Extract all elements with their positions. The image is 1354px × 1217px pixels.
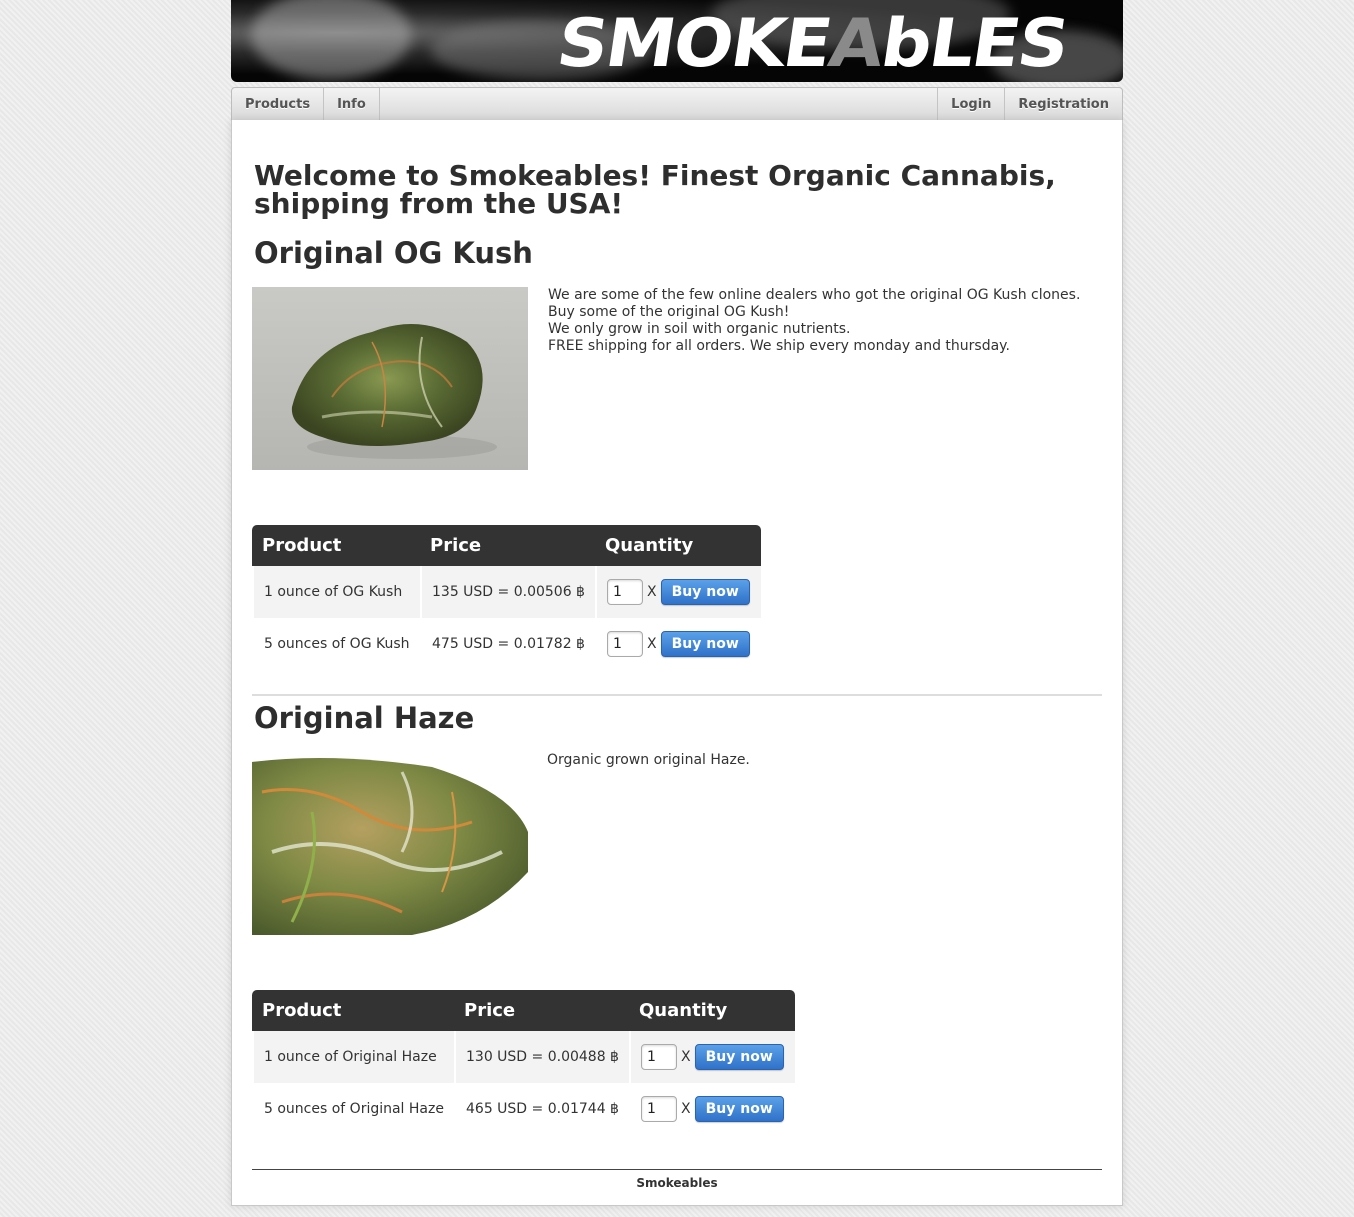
product-cell: 1 ounce of Original Haze	[252, 1031, 454, 1083]
price-cell: 135 USD = 0.00506 ฿	[420, 566, 595, 618]
description-line: Organic grown original Haze.	[547, 752, 750, 768]
nav-login[interactable]: Login	[937, 88, 1004, 120]
quantity-input[interactable]	[607, 631, 643, 657]
product-cell: 5 ounces of OG Kush	[252, 618, 420, 670]
product-cell: 5 ounces of Original Haze	[252, 1083, 454, 1135]
header-banner: SMOKEAbLES	[231, 0, 1123, 82]
price-cell: 475 USD = 0.01782 ฿	[420, 618, 595, 670]
table-row: 1 ounce of OG Kush 135 USD = 0.00506 ฿ X…	[252, 566, 761, 618]
times-label: X	[647, 584, 657, 600]
product-description: We are some of the few online dealers wh…	[548, 287, 1080, 355]
price-cell: 465 USD = 0.01744 ฿	[454, 1083, 629, 1135]
quantity-input[interactable]	[641, 1044, 677, 1070]
column-header-quantity: Quantity	[629, 990, 795, 1031]
description-line: We are some of the few online dealers wh…	[548, 287, 1081, 303]
product-cell: 1 ounce of OG Kush	[252, 566, 420, 618]
times-label: X	[681, 1049, 691, 1065]
column-header-price: Price	[420, 525, 595, 566]
times-label: X	[647, 636, 657, 652]
nav-registration[interactable]: Registration	[1004, 88, 1122, 120]
quantity-cell: XBuy now	[595, 618, 761, 670]
description-line: We only grow in soil with organic nutrie…	[548, 321, 851, 337]
quantity-cell: XBuy now	[595, 566, 761, 618]
page-wrapper: SMOKEAbLES Products Info Login Registrat…	[231, 0, 1123, 1206]
og-kush-image	[252, 287, 528, 470]
page-title: Welcome to Smokeables! Finest Organic Ca…	[254, 159, 1056, 220]
buy-now-button[interactable]: Buy now	[694, 1044, 784, 1070]
product-title: Original OG Kush	[254, 236, 533, 270]
column-header-price: Price	[454, 990, 629, 1031]
footer-text: Smokeables	[636, 1176, 718, 1190]
buy-now-button[interactable]: Buy now	[660, 579, 750, 605]
price-cell: 130 USD = 0.00488 ฿	[454, 1031, 629, 1083]
quantity-cell: XBuy now	[629, 1031, 795, 1083]
table-row: 5 ounces of Original Haze 465 USD = 0.01…	[252, 1083, 795, 1135]
product-description: Organic grown original Haze.	[547, 752, 750, 769]
buy-now-button[interactable]: Buy now	[660, 631, 750, 657]
og-kush-price-table: Product Price Quantity 1 ounce of OG Kus…	[252, 525, 761, 670]
quantity-cell: XBuy now	[629, 1083, 795, 1135]
times-label: X	[681, 1101, 691, 1117]
nav-info[interactable]: Info	[324, 88, 380, 120]
table-row: 1 ounce of Original Haze 130 USD = 0.004…	[252, 1031, 795, 1083]
footer-divider	[252, 1169, 1102, 1170]
column-header-product: Product	[252, 525, 420, 566]
site-logo[interactable]: SMOKEAbLES	[552, 4, 1072, 82]
original-haze-image	[252, 752, 528, 935]
original-haze-price-table: Product Price Quantity 1 ounce of Origin…	[252, 990, 795, 1135]
description-line: Buy some of the original OG Kush!	[548, 304, 790, 320]
table-row: 5 ounces of OG Kush 475 USD = 0.01782 ฿ …	[252, 618, 761, 670]
section-divider	[252, 694, 1102, 696]
quantity-input[interactable]	[641, 1096, 677, 1122]
quantity-input[interactable]	[607, 579, 643, 605]
main-navbar: Products Info Login Registration	[231, 87, 1123, 121]
nav-products[interactable]: Products	[232, 88, 325, 120]
description-line: FREE shipping for all orders. We ship ev…	[548, 338, 1010, 354]
column-header-product: Product	[252, 990, 454, 1031]
main-content: Welcome to Smokeables! Finest Organic Ca…	[231, 120, 1123, 1206]
buy-now-button[interactable]: Buy now	[694, 1096, 784, 1122]
product-title: Original Haze	[254, 701, 475, 735]
column-header-quantity: Quantity	[595, 525, 761, 566]
